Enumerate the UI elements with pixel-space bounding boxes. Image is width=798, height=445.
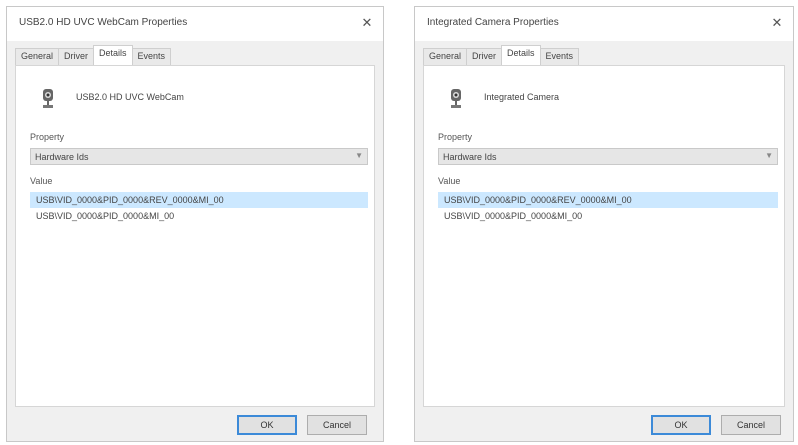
left-tab-bar: General Driver Details Events bbox=[15, 45, 172, 65]
right-tab-bar: General Driver Details Events bbox=[423, 45, 580, 65]
left-title-bar: USB2.0 HD UVC WebCam Properties ✕ bbox=[7, 7, 383, 41]
left-property-select[interactable]: Hardware Ids ▼ bbox=[30, 148, 368, 165]
left-device-name: USB2.0 HD UVC WebCam bbox=[76, 92, 184, 102]
left-properties-dialog: USB2.0 HD UVC WebCam Properties ✕ Genera… bbox=[6, 6, 384, 442]
right-device-name: Integrated Camera bbox=[484, 92, 560, 102]
left-property-label: Property bbox=[30, 132, 65, 142]
left-tab-general[interactable]: General bbox=[15, 48, 60, 65]
right-value-label: Value bbox=[438, 176, 461, 186]
list-item[interactable]: USB\VID_0000&PID_0000&MI_00 bbox=[30, 208, 368, 224]
right-tab-events[interactable]: Events bbox=[539, 48, 580, 65]
right-cancel-button[interactable]: Cancel bbox=[721, 415, 781, 435]
right-property-label: Property bbox=[438, 132, 473, 142]
left-details-panel: USB2.0 HD UVC WebCam Property Hardware I… bbox=[15, 65, 375, 407]
right-ok-button[interactable]: OK bbox=[651, 415, 711, 435]
chevron-down-icon: ▼ bbox=[355, 151, 363, 160]
right-properties-dialog: Integrated Camera Properties ✕ General D… bbox=[414, 6, 794, 442]
left-tab-details[interactable]: Details bbox=[93, 45, 133, 65]
right-tab-driver[interactable]: Driver bbox=[466, 48, 503, 65]
left-cancel-button[interactable]: Cancel bbox=[307, 415, 367, 435]
right-footer: OK Cancel bbox=[415, 407, 793, 441]
list-item[interactable]: USB\VID_0000&PID_0000&REV_0000&MI_00 bbox=[30, 192, 368, 208]
right-tab-details[interactable]: Details bbox=[501, 45, 541, 65]
right-close-icon[interactable]: ✕ bbox=[767, 15, 787, 31]
right-property-select[interactable]: Hardware Ids ▼ bbox=[438, 148, 778, 165]
right-tab-general[interactable]: General bbox=[423, 48, 468, 65]
left-footer: OK Cancel bbox=[7, 407, 383, 441]
right-value-list[interactable]: USB\VID_0000&PID_0000&REV_0000&MI_00 USB… bbox=[438, 192, 778, 394]
left-property-value: Hardware Ids bbox=[35, 152, 89, 162]
list-item[interactable]: USB\VID_0000&PID_0000&REV_0000&MI_00 bbox=[438, 192, 778, 208]
webcam-icon bbox=[451, 89, 461, 108]
list-item[interactable]: USB\VID_0000&PID_0000&MI_00 bbox=[438, 208, 778, 224]
right-title-bar: Integrated Camera Properties ✕ bbox=[415, 7, 793, 41]
left-value-label: Value bbox=[30, 176, 53, 186]
right-details-panel: Integrated Camera Property Hardware Ids … bbox=[423, 65, 785, 407]
left-ok-button[interactable]: OK bbox=[237, 415, 297, 435]
right-property-value: Hardware Ids bbox=[443, 152, 497, 162]
right-dialog-title: Integrated Camera Properties bbox=[427, 17, 559, 28]
left-value-list[interactable]: USB\VID_0000&PID_0000&REV_0000&MI_00 USB… bbox=[30, 192, 368, 394]
webcam-icon bbox=[43, 89, 53, 108]
left-tab-driver[interactable]: Driver bbox=[58, 48, 95, 65]
chevron-down-icon: ▼ bbox=[765, 151, 773, 160]
left-dialog-title: USB2.0 HD UVC WebCam Properties bbox=[19, 17, 188, 28]
left-tab-events[interactable]: Events bbox=[131, 48, 172, 65]
left-close-icon[interactable]: ✕ bbox=[357, 15, 377, 31]
